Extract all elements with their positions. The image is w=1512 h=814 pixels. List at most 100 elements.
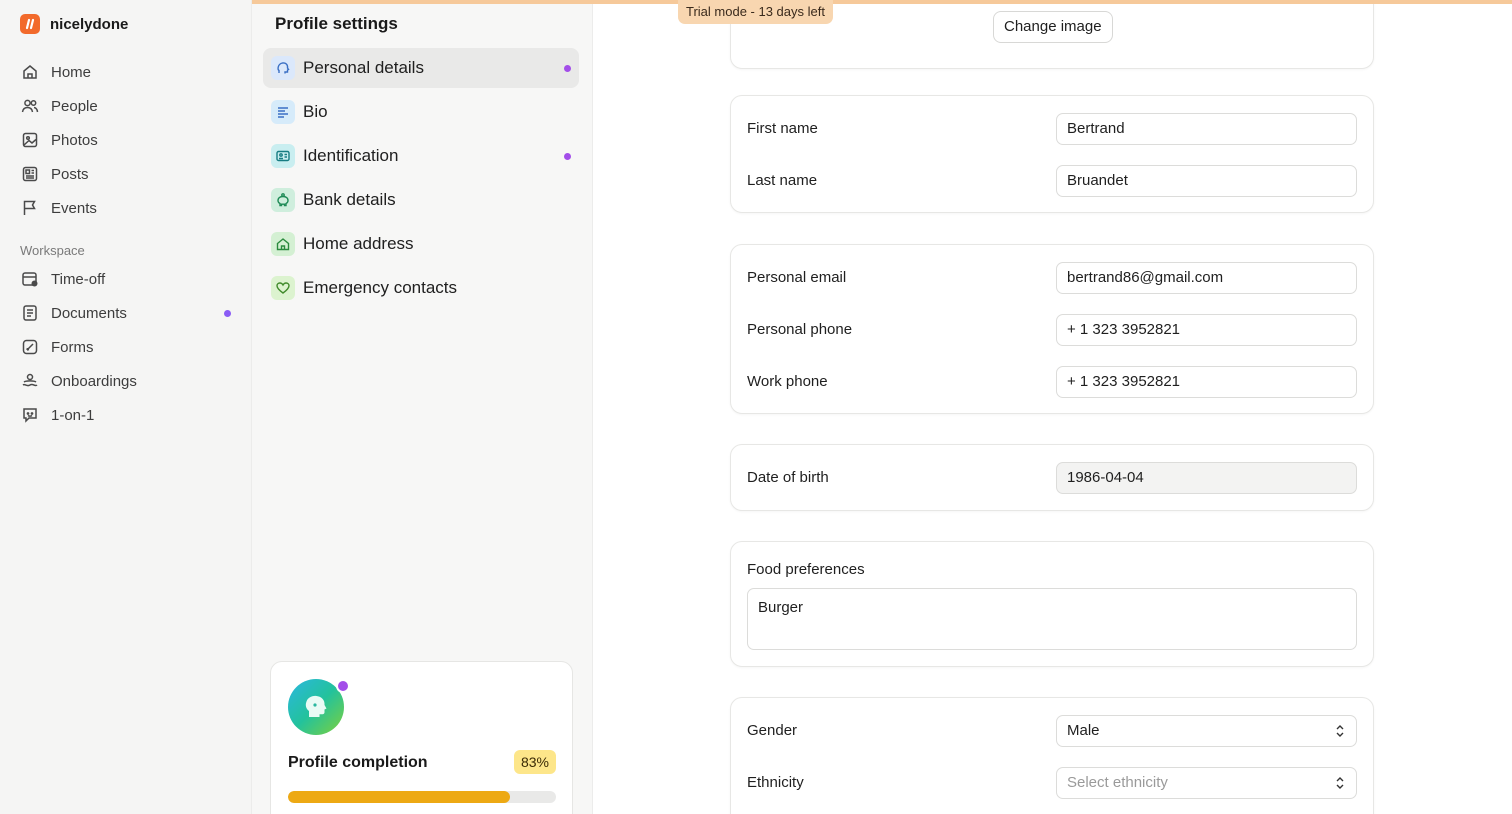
profile-settings-panel: Profile settings Personal details Bio Id…: [252, 0, 593, 814]
personal-phone-label: Personal phone: [747, 321, 853, 338]
photos-icon: [22, 132, 38, 148]
gender-label: Gender: [747, 722, 798, 739]
nav-item-photos[interactable]: Photos: [12, 123, 240, 157]
menu-item-label: Personal details: [303, 58, 424, 77]
work-phone-label: Work phone: [747, 373, 828, 390]
menu-item-emergency-contacts[interactable]: Emergency contacts: [263, 268, 579, 308]
sidebar: nicelydone Home People Photos Posts Even…: [0, 0, 252, 814]
nav-item-label: Posts: [51, 165, 89, 183]
flag-icon: [23, 200, 36, 215]
menu-item-home-address[interactable]: Home address: [263, 224, 579, 264]
date-of-birth-label: Date of birth: [747, 469, 829, 486]
last-name-row: Last name Bruandet: [747, 165, 1357, 197]
ethnicity-select[interactable]: Select ethnicity: [1056, 767, 1357, 799]
notification-dot: [564, 65, 571, 72]
nav-item-label: 1-on-1: [51, 406, 95, 424]
nav-item-people[interactable]: People: [12, 89, 240, 123]
birth-card: Date of birth 1986-04-04: [730, 444, 1374, 511]
onboarding-icon: [22, 373, 38, 387]
menu-item-label: Bank details: [303, 190, 396, 209]
food-card: Food preferences Burger: [730, 541, 1374, 667]
ethnicity-label: Ethnicity: [747, 774, 804, 791]
personal-phone-input[interactable]: + 1 323 3952821: [1056, 314, 1357, 346]
heart-icon: [271, 276, 295, 300]
nav-item-label: People: [51, 97, 98, 115]
gender-row: Gender Male: [747, 715, 1357, 747]
main-content: Change image First name Bertrand Last na…: [593, 0, 1512, 814]
gender-select[interactable]: Male: [1056, 715, 1357, 747]
name-card: First name Bertrand Last name Bruandet: [730, 95, 1374, 213]
nav-item-label: Onboardings: [51, 372, 137, 390]
ethnicity-row: Ethnicity Select ethnicity: [747, 767, 1357, 799]
nav-item-label: Home: [51, 63, 92, 81]
identity-card: Gender Male Ethnicity Select ethnicity: [730, 697, 1374, 814]
nav-item-label: Time-off: [51, 270, 106, 288]
food-preferences-label: Food preferences: [747, 561, 865, 578]
notification-dot: [336, 679, 350, 693]
completion-label: Profile completion: [288, 754, 428, 771]
gender-value: Male: [1067, 722, 1100, 739]
completion-progress-bar: [288, 791, 556, 803]
last-name-label: Last name: [747, 172, 818, 189]
house-icon: [271, 232, 295, 256]
form-icon: [22, 339, 38, 355]
home-icon: [23, 65, 37, 79]
work-phone-input[interactable]: + 1 323 3952821: [1056, 366, 1357, 398]
piggy-bank-icon: [271, 188, 295, 212]
nav-item-label: Photos: [51, 131, 98, 149]
nav-item-posts[interactable]: Posts: [12, 157, 240, 191]
first-name-label: First name: [747, 120, 818, 137]
nav-item-label: Documents: [51, 304, 127, 322]
personal-email-input[interactable]: bertrand86@gmail.com: [1056, 262, 1357, 294]
nav-item-documents[interactable]: Documents: [12, 296, 240, 330]
nav-item-home[interactable]: Home: [12, 55, 240, 89]
profile-completion-card: Profile completion 83%: [270, 661, 573, 814]
last-name-input[interactable]: Bruandet: [1056, 165, 1357, 197]
first-name-input[interactable]: Bertrand: [1056, 113, 1357, 145]
workspace-nav: Time-off Documents Forms Onboardings 1-o…: [12, 262, 240, 432]
nav-item-time-off[interactable]: Time-off: [12, 262, 240, 296]
completion-progress-fill: [288, 791, 511, 803]
workspace-section-label: Workspace: [20, 243, 85, 258]
menu-item-bio[interactable]: Bio: [263, 92, 579, 132]
personal-phone-row: Personal phone + 1 323 3952821: [747, 314, 1357, 346]
select-caret-icon: [1336, 777, 1344, 789]
trial-banner[interactable]: Trial mode - 13 days left: [678, 0, 833, 24]
food-preferences-textarea[interactable]: Burger: [747, 588, 1357, 650]
head-silhouette-icon: [305, 695, 327, 717]
id-card-icon: [271, 144, 295, 168]
nav-item-label: Events: [51, 199, 97, 217]
panel-title: Profile settings: [275, 14, 398, 33]
notification-dot: [564, 153, 571, 160]
ethnicity-placeholder: Select ethnicity: [1067, 774, 1168, 791]
nav-item-events[interactable]: Events: [12, 191, 240, 225]
text-align-icon: [271, 100, 295, 124]
contact-card: Personal email bertrand86@gmail.com Pers…: [730, 244, 1374, 414]
trial-banner-line: [252, 0, 1512, 4]
menu-item-label: Bio: [303, 102, 328, 121]
menu-item-personal-details[interactable]: Personal details: [263, 48, 579, 88]
brand[interactable]: nicelydone: [20, 14, 128, 34]
avatar: [288, 679, 350, 735]
chat-icon: [23, 408, 37, 423]
notification-dot: [224, 310, 231, 317]
work-phone-row: Work phone + 1 323 3952821: [747, 366, 1357, 398]
menu-item-label: Emergency contacts: [303, 278, 458, 297]
select-caret-icon: [1336, 725, 1344, 737]
date-of-birth-input[interactable]: 1986-04-04: [1056, 462, 1357, 494]
personal-email-row: Personal email bertrand86@gmail.com: [747, 262, 1357, 294]
people-icon: [21, 99, 39, 113]
menu-item-identification[interactable]: Identification: [263, 136, 579, 176]
head-icon: [271, 56, 295, 80]
document-icon: [23, 305, 37, 321]
nav-item-forms[interactable]: Forms: [12, 330, 240, 364]
main-nav: Home People Photos Posts Events: [12, 55, 240, 225]
menu-item-label: Home address: [303, 234, 414, 253]
change-image-button[interactable]: Change image: [993, 11, 1113, 43]
nav-item-1-on-1[interactable]: 1-on-1: [12, 398, 240, 432]
nav-item-onboardings[interactable]: Onboardings: [12, 364, 240, 398]
calendar-clock-icon: [22, 272, 38, 287]
date-of-birth-row: Date of birth 1986-04-04: [747, 462, 1357, 494]
nav-item-label: Forms: [51, 338, 94, 356]
menu-item-bank-details[interactable]: Bank details: [263, 180, 579, 220]
